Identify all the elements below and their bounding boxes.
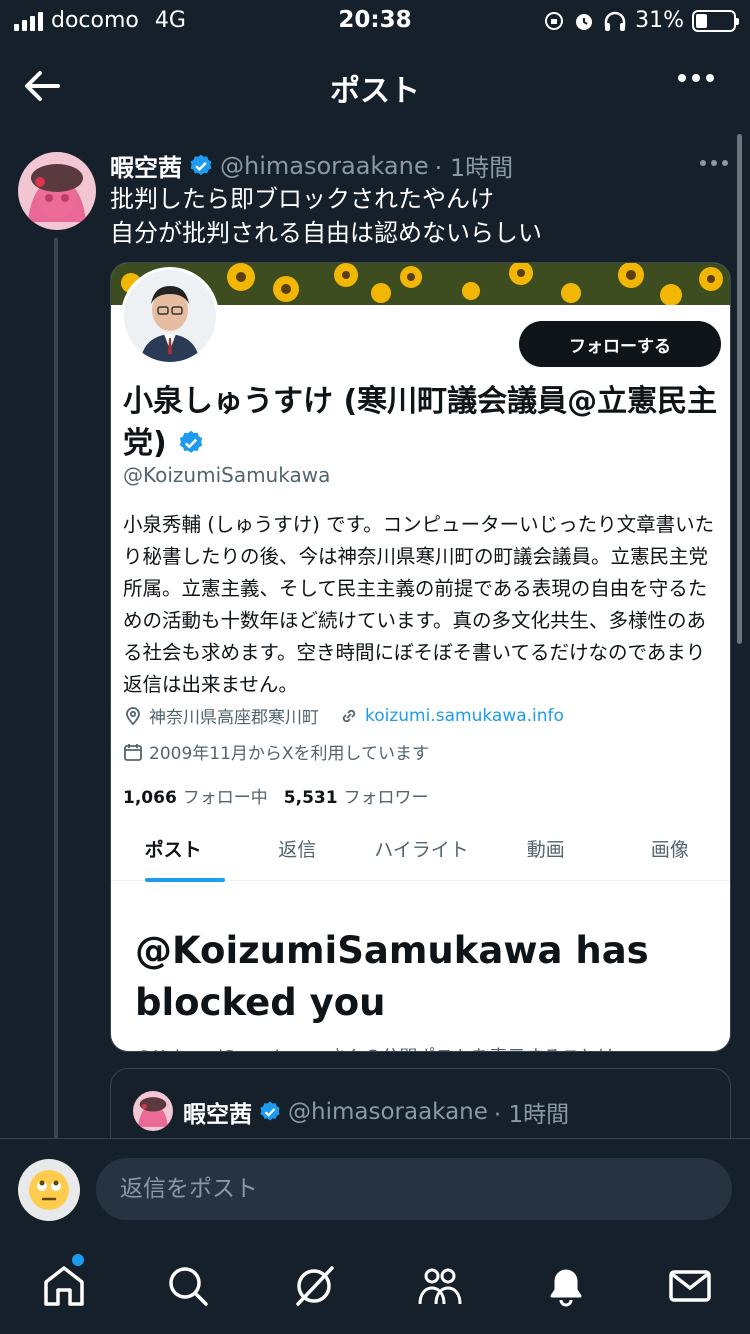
profile-tabs: ポスト 返信 ハイライト 動画 画像 (111, 833, 730, 882)
nav-header: ポスト (0, 50, 750, 120)
profile-tab-highlights: ハイライト (374, 839, 469, 861)
status-right: 31% (543, 8, 739, 33)
following-label: フォロー中 (182, 788, 268, 808)
quoted-verified-icon (260, 1101, 280, 1121)
profile-follow-counts: 1,066 フォロー中 5,531 フォロワー (123, 783, 429, 808)
notifications-icon[interactable] (542, 1262, 590, 1310)
grok-icon[interactable] (290, 1262, 338, 1310)
home-icon[interactable] (40, 1262, 88, 1310)
tweet-text: 批判したら即ブロックされたやんけ 自分が批判される自由は認めないらしい (110, 182, 542, 250)
author-handle[interactable]: @himasoraakane (220, 152, 429, 180)
reply-bar (0, 1138, 750, 1238)
page-title: ポスト (330, 74, 420, 109)
tweet-header: 暇空茜 @himasoraakane · 1時間 (110, 148, 513, 183)
quoted-name: 暇空茜 (183, 1102, 252, 1128)
blocked-title: @KoizumiSamukawa has blocked you (135, 929, 649, 1024)
avatar[interactable] (18, 152, 96, 230)
author-name[interactable]: 暇空茜 (110, 148, 182, 183)
profile-link: koizumi.samukawa.info (365, 705, 564, 726)
follow-button: フォローする (519, 321, 721, 367)
followers-label: フォロワー (343, 788, 429, 808)
blocked-subtitle: @KoizumiSamukawa さんの公開ポストを表示することは (135, 1043, 615, 1051)
reply-input[interactable] (96, 1158, 732, 1220)
headphones-icon (604, 11, 626, 31)
calendar-icon (124, 743, 142, 761)
battery-percent: 31% (635, 8, 684, 33)
search-icon[interactable] (164, 1262, 212, 1310)
home-notification-dot (72, 1254, 84, 1266)
profile-name-text: 小泉しゅうすけ (寒川町議会議員@立憲民主党) (123, 384, 718, 461)
profile-verified-icon (179, 430, 203, 453)
profile-tab-images: 画像 (650, 839, 689, 861)
messages-icon[interactable] (666, 1262, 714, 1310)
tweet-image[interactable]: フォローする 小泉しゅうすけ (寒川町議会議員@立憲民主党) @KoizumiS… (110, 262, 731, 1052)
status-bar: docomo 4G 20:38 31% (0, 0, 750, 42)
profile-tab-posts: ポスト (111, 833, 235, 882)
scrollbar[interactable] (737, 134, 742, 644)
location-icon (126, 706, 140, 725)
profile-name: 小泉しゅうすけ (寒川町議会議員@立憲民主党) (123, 381, 718, 465)
communities-icon[interactable] (416, 1262, 464, 1310)
followers-count: 5,531 (283, 788, 338, 808)
tweet-line-2: 自分が批判される自由は認めないらしい (110, 219, 542, 247)
battery-icon (692, 9, 739, 32)
tweet-time: · 1時間 (434, 154, 514, 182)
profile-handle: @KoizumiSamukawa (123, 463, 331, 487)
bottom-tab-bar (0, 1238, 750, 1334)
thread-line (54, 238, 58, 1138)
profile-joined-text: 2009年11月からXを利用しています (149, 744, 430, 764)
profile-joined: 2009年11月からXを利用しています (123, 739, 429, 764)
rotation-lock-icon (545, 11, 564, 30)
followers-stat: 5,531 フォロワー (284, 783, 429, 808)
tweet-line-1: 批判したら即ブロックされたやんけ (110, 185, 494, 213)
profile-tab-videos: 動画 (526, 839, 565, 861)
profile-location: 神奈川県高座郡寒川町 (149, 708, 319, 728)
following-stat: 1,066 フォロー中 (123, 783, 268, 808)
quoted-time: · 1時間 (493, 1102, 570, 1128)
following-count: 1,066 (123, 788, 177, 808)
link-icon (342, 709, 356, 722)
alarm-icon (576, 13, 593, 30)
tweet-more-icon[interactable] (700, 160, 728, 166)
quoted-handle: @himasoraakane (288, 1099, 488, 1125)
profile-meta: 神奈川県高座郡寒川町 koizumi.samukawa.info (123, 703, 564, 728)
profile-tab-replies: 返信 (278, 839, 317, 861)
verified-icon (190, 154, 212, 175)
quoted-header: 暇空茜 @himasoraakane · 1時間 (183, 1095, 569, 1129)
quoted-avatar (133, 1091, 173, 1131)
user-avatar[interactable] (18, 1159, 80, 1221)
more-icon[interactable] (678, 74, 714, 82)
profile-bio: 小泉秀輔 (しゅうすけ) です。コンピューターいじったり文章書いたり秘書したりの… (123, 513, 715, 696)
profile-avatar (121, 267, 219, 365)
eye-roll-emoji-icon (29, 1170, 69, 1210)
